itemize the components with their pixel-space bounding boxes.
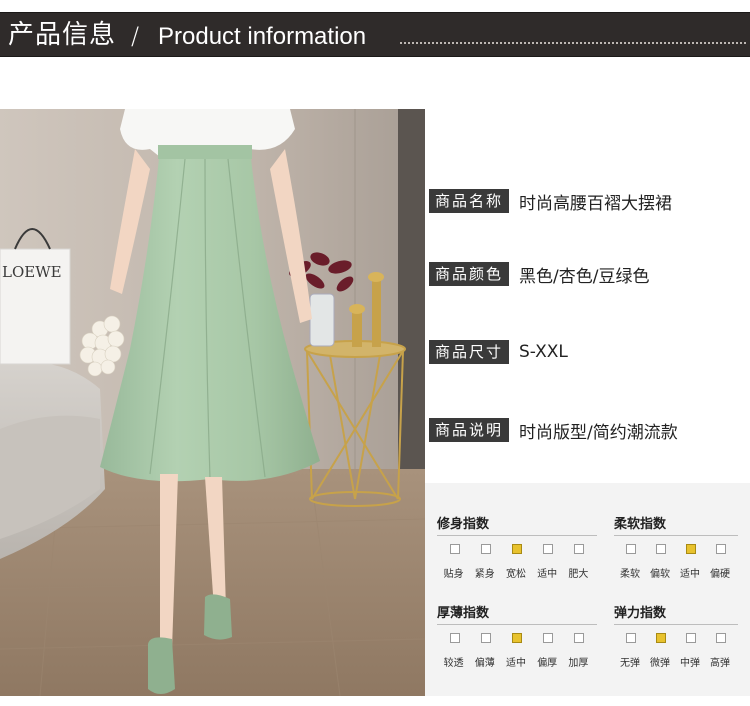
index-title: 厚薄指数	[437, 606, 490, 621]
index-checkbox-selected	[512, 544, 522, 554]
index-divider	[614, 535, 738, 536]
index-divider	[437, 624, 597, 625]
index-checkbox	[543, 544, 554, 554]
product-photo: LOEWE	[0, 109, 425, 696]
index-option-label: 偏软	[650, 569, 670, 580]
info-value: 时尚版型/简约潮流款	[519, 422, 678, 443]
header-title-en: Product information	[158, 23, 367, 50]
index-option-label: 宽松	[506, 569, 526, 580]
index-checkbox	[480, 633, 491, 643]
index-divider	[437, 535, 597, 536]
index-option-label: 加厚	[568, 658, 589, 669]
index-option-label: 中弹	[680, 658, 700, 669]
info-value: S-XXL	[519, 342, 568, 362]
index-title: 弹力指数	[614, 606, 667, 621]
index-option-label: 无弹	[620, 658, 640, 669]
index-option-label: 贴身	[443, 569, 464, 580]
index-option-label: 偏厚	[537, 658, 558, 669]
header-separator: /	[131, 22, 140, 50]
index-checkbox	[449, 633, 460, 643]
index-divider	[614, 624, 738, 625]
header-dotted-line	[400, 42, 746, 44]
index-checkbox	[574, 633, 585, 643]
info-row-description: 商品说明 时尚版型/简约潮流款	[429, 418, 678, 443]
index-option-label: 偏薄	[474, 658, 495, 669]
index-checkbox-selected	[656, 633, 666, 643]
index-checkbox	[574, 544, 585, 554]
info-label: 商品颜色	[429, 262, 510, 286]
index-checkbox	[449, 544, 460, 554]
index-option-label: 高弹	[710, 658, 730, 669]
index-checkbox	[626, 544, 636, 554]
index-option-label: 紧身	[474, 569, 495, 580]
index-option-label: 柔软	[620, 569, 640, 580]
info-row-size: 商品尺寸 S-XXL	[429, 340, 568, 364]
index-checkbox	[716, 633, 726, 643]
index-option-label: 适中	[506, 658, 526, 669]
info-row-name: 商品名称 时尚高腰百褶大摆裙	[429, 189, 673, 214]
info-value: 时尚高腰百褶大摆裙	[519, 193, 673, 214]
info-row-color: 商品颜色 黑色/杏色/豆绿色	[429, 262, 650, 287]
index-checkbox	[626, 633, 636, 643]
index-checkbox-selected	[686, 544, 696, 554]
index-checkbox	[716, 544, 726, 554]
index-panel: 修身指数 贴身 紧身 宽松 适中 肥大 柔软指数 柔软 偏软 适中 偏硬 厚薄指数 较透 偏薄 适中 偏厚…	[425, 483, 750, 696]
index-option-label: 肥大	[568, 569, 589, 580]
index-title: 修身指数	[437, 517, 490, 532]
index-title: 柔软指数	[614, 517, 667, 532]
info-label: 商品名称	[429, 189, 510, 213]
index-option-label: 适中	[537, 569, 558, 580]
index-option-label: 较透	[443, 658, 464, 669]
index-checkbox-selected	[512, 633, 522, 643]
info-label: 商品尺寸	[429, 340, 510, 364]
bag-brand-text: LOEWE	[2, 263, 62, 281]
info-value: 黑色/杏色/豆绿色	[519, 266, 650, 287]
index-checkbox	[656, 544, 666, 554]
index-checkbox	[543, 633, 554, 643]
index-checkbox	[480, 544, 491, 554]
index-checkbox	[686, 633, 696, 643]
info-label: 商品说明	[429, 418, 510, 442]
header-banner: 产品信息 / Product information	[0, 12, 750, 57]
header-title-cn: 产品信息	[8, 20, 117, 50]
index-option-label: 偏硬	[710, 569, 730, 580]
index-option-label: 微弹	[650, 658, 670, 669]
index-option-label: 适中	[680, 569, 700, 580]
